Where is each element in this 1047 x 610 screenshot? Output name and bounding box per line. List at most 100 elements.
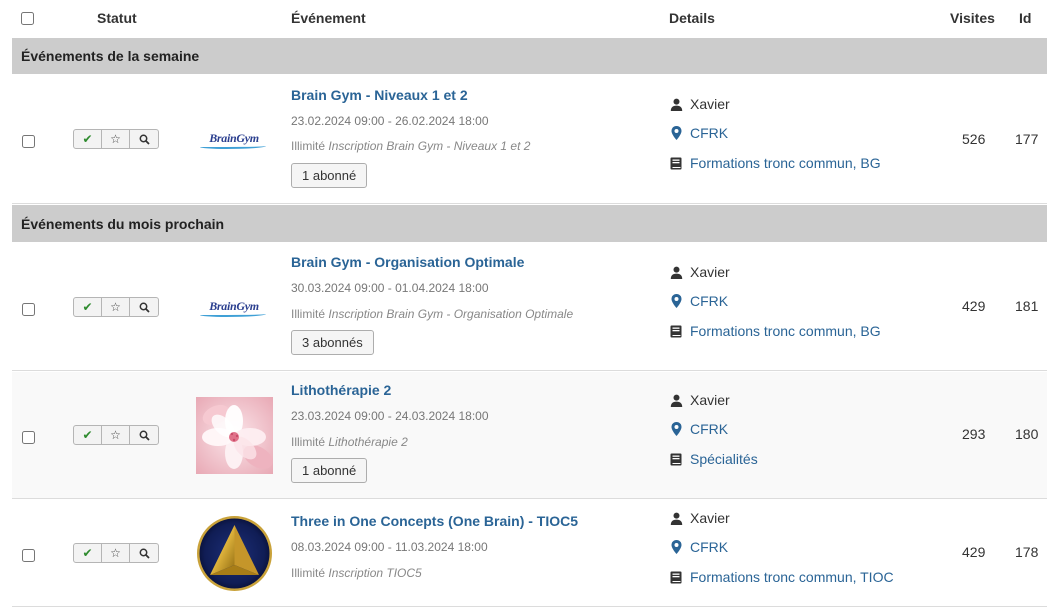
event-inscription: Illimité Inscription Brain Gym - Organis… — [291, 307, 573, 321]
group-header-next-month: Événements du mois prochain — [12, 205, 1047, 242]
detail-person: Xavier — [669, 264, 730, 280]
header-visites[interactable]: Visites — [950, 10, 995, 26]
book-icon — [669, 452, 683, 466]
visits-count: 429 — [962, 298, 986, 314]
group-label: Événements du mois prochain — [21, 215, 225, 232]
event-inscription-name: Inscription Brain Gym - Niveaux 1 et 2 — [328, 139, 531, 153]
table-row: ✔ ☆ Three in One Concepts (One Brain) - … — [12, 500, 1047, 607]
published-check-icon[interactable]: ✔ — [74, 544, 102, 562]
event-limit: Illimité — [291, 307, 326, 321]
location-link[interactable]: CFRK — [690, 421, 728, 437]
category-link[interactable]: Formations tronc commun, TIOC — [690, 569, 894, 585]
event-title-link[interactable]: Brain Gym - Organisation Optimale — [291, 254, 524, 270]
status-button-group: ✔ ☆ — [73, 425, 159, 445]
person-name: Xavier — [690, 264, 730, 280]
subscribers-button[interactable]: 1 abonné — [291, 458, 368, 483]
logo-swoosh — [200, 312, 266, 317]
user-icon — [669, 97, 683, 111]
location-link[interactable]: CFRK — [690, 125, 728, 141]
detail-person: Xavier — [669, 392, 730, 408]
braingym-logo: BrainGym — [196, 292, 272, 320]
location-link[interactable]: CFRK — [690, 293, 728, 309]
category-link[interactable]: Formations tronc commun, BG — [690, 323, 881, 339]
table-header: Statut Événement Details Visites Id — [0, 0, 1047, 38]
published-check-icon[interactable]: ✔ — [74, 130, 102, 148]
header-evenement[interactable]: Événement — [291, 10, 366, 26]
header-statut[interactable]: Statut — [97, 10, 137, 26]
event-id: 178 — [1015, 544, 1039, 560]
user-icon — [669, 393, 683, 407]
book-icon — [669, 570, 683, 584]
event-dates: 23.03.2024 09:00 - 24.03.2024 18:00 — [291, 409, 489, 423]
row-checkbox[interactable] — [22, 135, 35, 148]
detail-category[interactable]: Formations tronc commun, TIOC — [669, 569, 894, 585]
group-header-week: Événements de la semaine — [12, 38, 1047, 74]
one-brain-logo — [196, 515, 273, 592]
preview-zoom-icon[interactable] — [130, 130, 158, 148]
event-id: 177 — [1015, 131, 1039, 147]
logo-swoosh — [200, 144, 266, 149]
subscribers-button[interactable]: 1 abonné — [291, 163, 368, 188]
row-checkbox[interactable] — [22, 549, 35, 562]
event-inscription: Illimité Inscription TIOC5 — [291, 566, 422, 580]
published-check-icon[interactable]: ✔ — [74, 426, 102, 444]
category-link[interactable]: Formations tronc commun, BG — [690, 155, 881, 171]
row-checkbox[interactable] — [22, 431, 35, 444]
user-icon — [669, 265, 683, 279]
person-name: Xavier — [690, 510, 730, 526]
featured-star-icon[interactable]: ☆ — [102, 130, 130, 148]
map-marker-icon — [669, 540, 683, 554]
detail-location[interactable]: CFRK — [669, 421, 728, 437]
row-checkbox[interactable] — [22, 303, 35, 316]
event-id: 180 — [1015, 426, 1039, 442]
detail-person: Xavier — [669, 510, 730, 526]
event-limit: Illimité — [291, 435, 326, 449]
person-name: Xavier — [690, 392, 730, 408]
map-marker-icon — [669, 126, 683, 140]
detail-location[interactable]: CFRK — [669, 293, 728, 309]
category-link[interactable]: Spécialités — [690, 451, 758, 467]
featured-star-icon[interactable]: ☆ — [102, 426, 130, 444]
table-row: ✔ ☆ BrainGym Brain Gym - Organisation Op… — [12, 242, 1047, 371]
event-inscription: Illimité Inscription Brain Gym - Niveaux… — [291, 139, 530, 153]
map-marker-icon — [669, 422, 683, 436]
subscribers-button[interactable]: 3 abonnés — [291, 330, 374, 355]
user-icon — [669, 511, 683, 525]
event-title-link[interactable]: Three in One Concepts (One Brain) - TIOC… — [291, 513, 578, 529]
braingym-logo: BrainGym — [196, 124, 272, 152]
table-row: ✔ ☆ Lithothérapie 2 23.03.2024 09:00 - 2… — [12, 372, 1047, 499]
event-dates: 30.03.2024 09:00 - 01.04.2024 18:00 — [291, 281, 489, 295]
event-title-link[interactable]: Lithothérapie 2 — [291, 382, 391, 398]
book-icon — [669, 324, 683, 338]
select-all-checkbox[interactable] — [21, 12, 34, 25]
visits-count: 293 — [962, 426, 986, 442]
event-limit: Illimité — [291, 139, 326, 153]
detail-person: Xavier — [669, 96, 730, 112]
map-marker-icon — [669, 294, 683, 308]
detail-category[interactable]: Formations tronc commun, BG — [669, 155, 881, 171]
event-id: 181 — [1015, 298, 1039, 314]
event-inscription: Illimité Lithothérapie 2 — [291, 435, 408, 449]
status-button-group: ✔ ☆ — [73, 129, 159, 149]
header-details[interactable]: Details — [669, 10, 715, 26]
event-limit: Illimité — [291, 566, 326, 580]
event-inscription-name: Inscription TIOC5 — [328, 566, 422, 580]
featured-star-icon[interactable]: ☆ — [102, 298, 130, 316]
header-id[interactable]: Id — [1019, 10, 1031, 26]
status-button-group: ✔ ☆ — [73, 297, 159, 317]
featured-star-icon[interactable]: ☆ — [102, 544, 130, 562]
published-check-icon[interactable]: ✔ — [74, 298, 102, 316]
person-name: Xavier — [690, 96, 730, 112]
detail-location[interactable]: CFRK — [669, 539, 728, 555]
event-inscription-name: Lithothérapie 2 — [328, 435, 408, 449]
preview-zoom-icon[interactable] — [130, 298, 158, 316]
detail-category[interactable]: Spécialités — [669, 451, 758, 467]
status-button-group: ✔ ☆ — [73, 543, 159, 563]
preview-zoom-icon[interactable] — [130, 544, 158, 562]
location-link[interactable]: CFRK — [690, 539, 728, 555]
visits-count: 526 — [962, 131, 986, 147]
detail-category[interactable]: Formations tronc commun, BG — [669, 323, 881, 339]
detail-location[interactable]: CFRK — [669, 125, 728, 141]
event-title-link[interactable]: Brain Gym - Niveaux 1 et 2 — [291, 87, 468, 103]
preview-zoom-icon[interactable] — [130, 426, 158, 444]
